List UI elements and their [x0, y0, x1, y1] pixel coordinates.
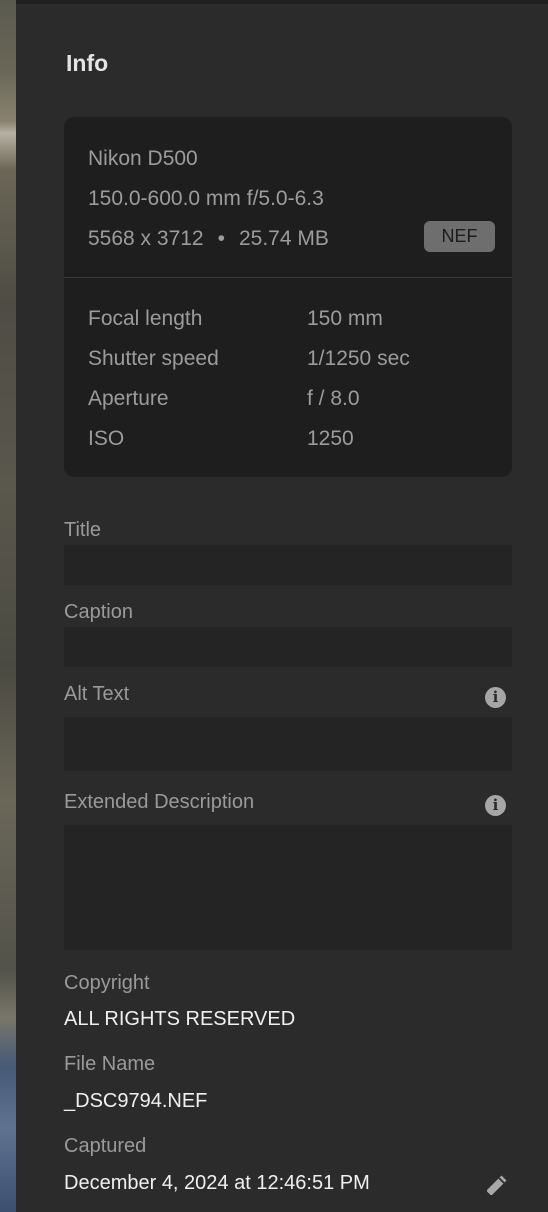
- camera-info-card: Nikon D500 150.0-600.0 mm f/5.0-6.3 5568…: [64, 117, 512, 477]
- title-label: Title: [64, 519, 102, 541]
- captured-value: December 4, 2024 at 12:46:51 PM: [64, 1172, 370, 1194]
- image-size-line: 5568 x 3712 • 25.74 MB: [88, 227, 329, 251]
- pencil-icon[interactable]: [482, 1172, 510, 1200]
- camera-model: Nikon D500: [88, 147, 198, 170]
- file-name-value: _DSC9794.NEF: [64, 1090, 208, 1112]
- copyright-value: ALL RIGHTS RESERVED: [64, 1008, 296, 1030]
- alt-text-label: Alt Text: [64, 683, 130, 705]
- exif-label-iso: ISO: [88, 427, 125, 450]
- exif-label-shutter-speed: Shutter speed: [88, 347, 219, 370]
- exif-label-aperture: Aperture: [88, 387, 169, 410]
- file-name-label: File Name: [64, 1053, 156, 1075]
- extended-description-input[interactable]: [64, 825, 512, 950]
- caption-label: Caption: [64, 601, 133, 623]
- separator-dot: •: [217, 227, 225, 250]
- exif-value-aperture: f / 8.0: [307, 387, 360, 410]
- card-divider: [64, 277, 512, 278]
- extended-description-label: Extended Description: [64, 791, 255, 813]
- exif-value-iso: 1250: [307, 427, 354, 450]
- copyright-label: Copyright: [64, 972, 150, 994]
- exif-label-focal-length: Focal length: [88, 307, 203, 330]
- caption-input[interactable]: [64, 627, 512, 667]
- extended-description-info-icon[interactable]: i: [485, 795, 506, 816]
- captured-label: Captured: [64, 1135, 147, 1157]
- exif-value-shutter-speed: 1/1250 sec: [307, 347, 410, 370]
- file-size: 25.74 MB: [238, 227, 329, 250]
- title-input[interactable]: [64, 545, 512, 585]
- lens-info: 150.0-600.0 mm f/5.0-6.3: [88, 187, 324, 210]
- file-type-badge: NEF: [424, 221, 495, 252]
- alt-text-input[interactable]: [64, 717, 512, 771]
- info-panel: Info Nikon D500 150.0-600.0 mm f/5.0-6.3…: [16, 0, 548, 1212]
- exif-value-focal-length: 150 mm: [307, 307, 383, 330]
- alt-text-info-icon[interactable]: i: [485, 687, 506, 708]
- photo-backdrop-edge: [0, 0, 16, 1212]
- image-dimensions: 5568 x 3712: [88, 227, 204, 250]
- panel-title: Info: [66, 50, 109, 76]
